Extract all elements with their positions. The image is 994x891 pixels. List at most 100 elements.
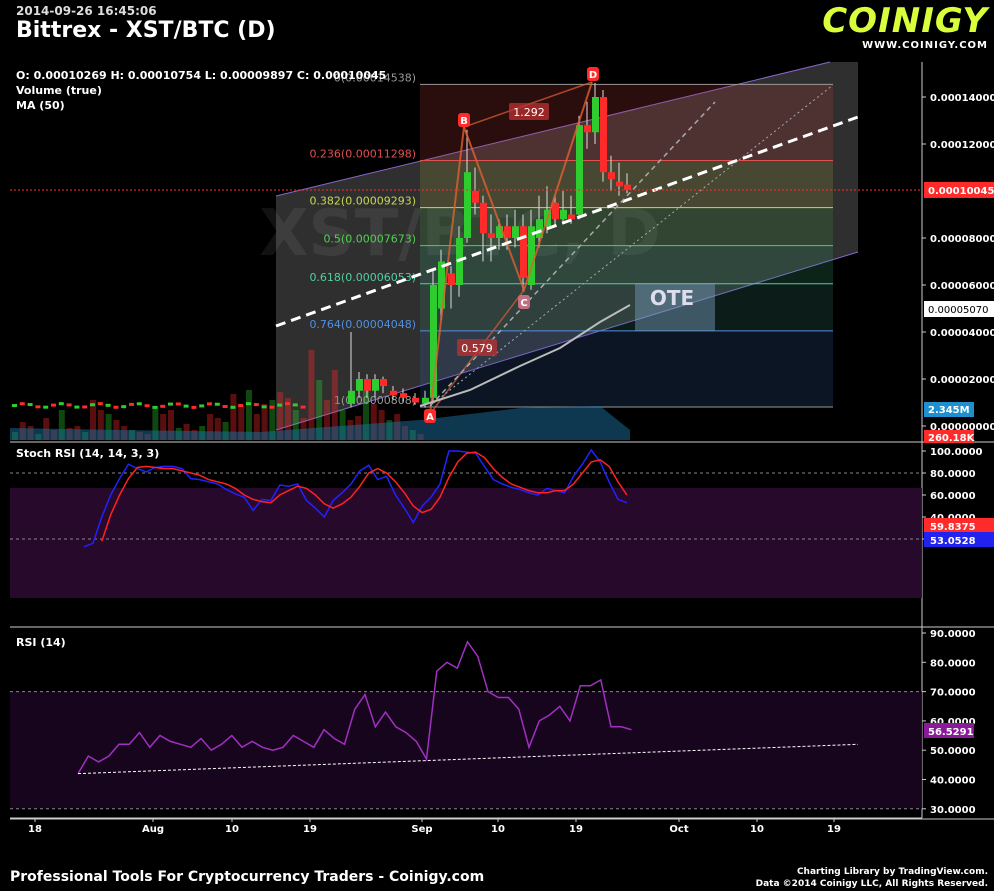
- candle: [214, 402, 220, 406]
- volume-bar: [308, 350, 315, 440]
- candle: [97, 402, 103, 406]
- candle: [207, 402, 212, 406]
- candle: [592, 97, 599, 133]
- candle: [584, 125, 591, 133]
- candle: [472, 191, 479, 203]
- footer-credits: Charting Library by TradingView.com. Dat…: [756, 866, 988, 890]
- candle: [616, 181, 623, 187]
- rsi-tick-label: 70.0000: [930, 688, 976, 699]
- rsi-tick-label: 50.0000: [930, 746, 976, 757]
- time-tick-label: 10: [225, 824, 239, 835]
- candle: [624, 184, 631, 190]
- fib-level-label: 0.764(0.00004048): [309, 318, 416, 331]
- candle: [191, 405, 197, 409]
- candle: [608, 172, 615, 180]
- rsi-tick-label: 30.0000: [930, 805, 976, 816]
- candle: [390, 390, 397, 396]
- pattern-point-label: D: [589, 70, 597, 81]
- volume-label: Volume (true): [16, 84, 102, 97]
- stoch-tick-label: 80.0000: [930, 469, 976, 480]
- candle: [105, 403, 111, 407]
- fib-level-label: 0.236(0.00011298): [309, 147, 416, 160]
- candle: [82, 405, 88, 409]
- price-tick-label: 0.00004000: [930, 328, 994, 339]
- candle: [51, 403, 56, 407]
- candle: [560, 209, 567, 220]
- candle: [152, 405, 158, 409]
- candle: [66, 403, 72, 407]
- ma-value-label: 0.00005070: [928, 305, 988, 316]
- price-panel: XST/BTC, D0(0.00014538)0.236(0.00011298)…: [10, 61, 994, 444]
- volume-value-label: 2.345M: [928, 405, 970, 416]
- candle: [27, 403, 33, 407]
- pattern-point-label: B: [460, 116, 468, 127]
- candle: [35, 405, 41, 409]
- credit-copyright: Data ©2014 Coinigy LLC, All Rights Reser…: [755, 879, 988, 889]
- rsi-title: RSI (14): [16, 636, 66, 649]
- candle: [199, 404, 205, 408]
- rsi-panel: RSI (14)90.000080.000070.000060.000050.0…: [10, 629, 976, 816]
- time-axis: 18 Aug 10 19 Sep 10 19 Oct 10 19: [28, 818, 841, 835]
- candle: [160, 404, 166, 408]
- stoch-tick-label: 100.0000: [930, 447, 983, 458]
- fib-level-label: 0.5(0.00007673): [323, 233, 416, 246]
- candle: [121, 405, 127, 409]
- candle: [292, 403, 298, 407]
- rsi-tick-label: 40.0000: [930, 776, 976, 787]
- fib-zone: [420, 84, 833, 161]
- price-tick-label: 0.00008000: [930, 234, 994, 245]
- price-tick-label: 0.00006000: [930, 281, 994, 292]
- credit-tradingview[interactable]: Charting Library by TradingView.com.: [756, 866, 988, 878]
- candle: [136, 402, 142, 406]
- candle: [175, 402, 181, 406]
- candle: [183, 404, 189, 408]
- candle: [90, 403, 95, 407]
- ma-label: MA (50): [16, 99, 65, 112]
- ote-label: OTE: [650, 286, 694, 310]
- candle: [568, 214, 575, 220]
- rsi-tick-label: 80.0000: [930, 658, 976, 669]
- candle: [222, 404, 228, 408]
- stoch-band: [10, 488, 922, 598]
- candle: [552, 202, 559, 220]
- candle: [12, 404, 17, 408]
- candle: [238, 404, 244, 408]
- footer-tagline[interactable]: Professional Tools For Cryptocurrency Tr…: [10, 869, 484, 885]
- stoch-tick-label: 60.0000: [930, 491, 976, 502]
- candle: [144, 404, 150, 408]
- fib-zone: [420, 245, 833, 284]
- candle: [269, 405, 275, 409]
- last-price-label: 0.00010045: [928, 186, 994, 197]
- time-tick-label: 10: [491, 824, 505, 835]
- candle: [400, 393, 407, 398]
- candle: [129, 402, 134, 406]
- candle: [364, 379, 371, 391]
- stoch-d-value: 59.8375: [930, 522, 976, 533]
- time-tick-label: 19: [303, 824, 317, 835]
- candle: [464, 172, 471, 238]
- price-tick-label: 0.00012000: [930, 140, 994, 151]
- candle: [520, 226, 527, 278]
- candle: [372, 379, 379, 391]
- fib-level-label: 0.382(0.00009293): [309, 195, 416, 208]
- candle: [246, 402, 251, 406]
- candle: [113, 405, 119, 409]
- candle: [277, 403, 283, 407]
- candle: [576, 125, 583, 215]
- time-tick-label: 19: [569, 824, 583, 835]
- candle: [74, 405, 80, 409]
- time-tick-label: 18: [28, 824, 42, 835]
- candle: [253, 403, 259, 407]
- pattern-point-label: C: [520, 298, 527, 309]
- ratio-label: 1.292: [513, 106, 545, 119]
- candle: [448, 273, 455, 285]
- stoch-rsi-panel: Stoch RSI (14, 14, 3, 3) 100.0000 80.0000 6…: [10, 447, 994, 598]
- ohlc-readout: O: 0.00010269 H: 0.00010754 L: 0.0000989…: [16, 69, 387, 82]
- rsi-value: 56.5291: [928, 727, 974, 738]
- volume-value-label: 260.18K: [928, 433, 976, 444]
- chart-canvas[interactable]: XST/BTC, D0(0.00014538)0.236(0.00011298)…: [0, 0, 994, 891]
- price-tick-label: 0.00014000: [930, 93, 994, 104]
- time-tick-label: 19: [827, 824, 841, 835]
- price-tick-label: 0.00002000: [930, 375, 994, 386]
- candle: [356, 379, 363, 391]
